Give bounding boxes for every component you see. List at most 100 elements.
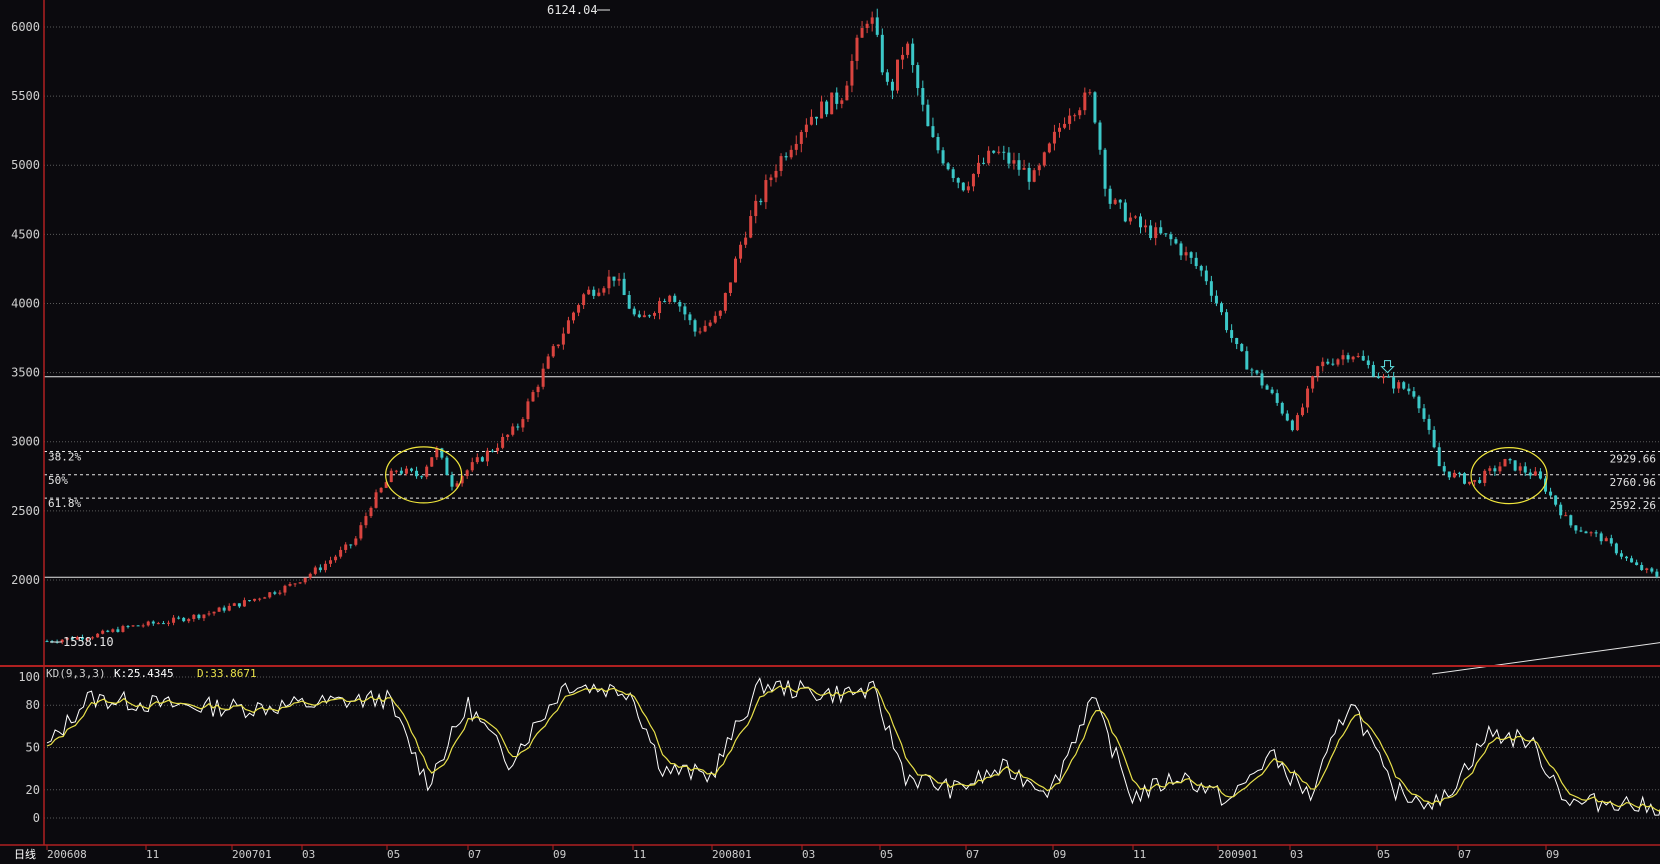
fib-percent-label: 38.2%	[48, 450, 81, 463]
down-candle	[1524, 466, 1527, 472]
down-candle	[1392, 377, 1395, 388]
up-candle	[208, 613, 211, 614]
down-candle	[1412, 391, 1415, 396]
kd-d-value: D:33.8671	[197, 667, 257, 680]
support-trend-line	[1432, 509, 1660, 674]
down-candle	[1230, 330, 1233, 338]
down-candle	[1610, 538, 1613, 543]
up-candle	[1023, 168, 1026, 170]
label-layer: 20002500300035004000450050005500600038.2…	[11, 20, 1656, 860]
down-candle	[1018, 160, 1021, 170]
down-candle	[1225, 312, 1228, 330]
price-tick-label: 3500	[11, 366, 40, 380]
down-candle	[1245, 351, 1248, 369]
down-candle	[835, 93, 838, 104]
down-candle	[223, 608, 226, 611]
up-candle	[218, 608, 221, 612]
up-candle	[597, 293, 600, 296]
down-candle	[1180, 243, 1183, 255]
up-candle	[1564, 515, 1567, 516]
up-candle	[202, 615, 205, 619]
down-candle	[957, 178, 960, 183]
kd-tick-label: 0	[33, 811, 40, 825]
down-candle	[1139, 216, 1142, 227]
up-candle	[805, 125, 808, 132]
up-candle	[1058, 128, 1061, 132]
down-candle	[952, 169, 955, 178]
up-candle	[486, 451, 489, 462]
down-candle	[1529, 473, 1532, 476]
down-candle	[1119, 200, 1122, 203]
up-candle	[810, 117, 813, 125]
kd-tick-label: 100	[18, 670, 40, 684]
up-candle	[496, 448, 499, 451]
down-candle	[1655, 572, 1658, 577]
up-candle	[314, 567, 317, 573]
up-candle	[395, 471, 398, 472]
up-candle	[1336, 359, 1339, 364]
up-candle	[1397, 382, 1400, 388]
down-candle	[592, 290, 595, 296]
down-candle	[1407, 389, 1410, 392]
up-candle	[228, 606, 231, 611]
down-candle	[248, 600, 251, 601]
down-candle	[127, 626, 130, 627]
down-candle	[1615, 544, 1618, 554]
down-candle	[1620, 553, 1623, 556]
period-label[interactable]: 日线	[14, 847, 36, 860]
down-candle	[1433, 430, 1436, 447]
x-tick-label: 05	[1377, 848, 1390, 860]
x-tick-label: 05	[880, 848, 893, 860]
up-candle	[304, 578, 307, 583]
down-candle	[1347, 355, 1350, 359]
up-candle	[719, 311, 722, 316]
up-candle	[1144, 225, 1147, 227]
up-candle	[132, 625, 135, 626]
down-candle	[1625, 557, 1628, 559]
down-candle	[1235, 338, 1238, 344]
up-candle	[521, 419, 524, 427]
up-candle	[359, 525, 362, 538]
up-candle	[729, 282, 732, 293]
up-candle	[268, 592, 271, 597]
kd-indicator-name: KD(9,3,3)	[46, 667, 106, 680]
down-candle	[891, 82, 894, 91]
up-candle	[1498, 466, 1501, 471]
up-candle	[1033, 170, 1036, 182]
up-candle	[1468, 482, 1471, 484]
down-candle	[1159, 227, 1162, 233]
up-candle	[526, 401, 529, 419]
down-candle	[1240, 344, 1243, 351]
down-candle	[182, 618, 185, 621]
up-candle	[1590, 532, 1593, 533]
up-candle	[658, 301, 661, 313]
down-candle	[947, 163, 950, 169]
up-candle	[1114, 200, 1117, 204]
down-candle	[1493, 468, 1496, 471]
up-candle	[364, 516, 367, 525]
down-candle	[1443, 466, 1446, 471]
up-candle	[425, 467, 428, 477]
up-candle	[800, 132, 803, 144]
up-candle	[283, 586, 286, 593]
up-candle	[1453, 473, 1456, 477]
peak-marker-icon	[1382, 361, 1394, 373]
fib-percent-label: 61.8%	[48, 497, 81, 510]
down-candle	[1200, 266, 1203, 271]
up-candle	[1357, 356, 1360, 357]
fib-percent-label: 50%	[48, 474, 68, 487]
up-candle	[653, 313, 656, 316]
up-candle	[709, 323, 712, 326]
down-candle	[1372, 365, 1375, 377]
up-candle	[602, 288, 605, 292]
up-candle	[1078, 110, 1081, 115]
down-candle	[1195, 258, 1198, 266]
down-candle	[1190, 252, 1193, 258]
down-candle	[1169, 234, 1172, 239]
x-tick-label: 09	[1053, 848, 1066, 860]
down-candle	[1595, 532, 1598, 533]
up-candle	[724, 293, 727, 311]
up-candle	[607, 277, 610, 289]
chart-canvas[interactable]: 20002500300035004000450050005500600038.2…	[0, 0, 1660, 860]
down-candle	[1387, 377, 1390, 378]
